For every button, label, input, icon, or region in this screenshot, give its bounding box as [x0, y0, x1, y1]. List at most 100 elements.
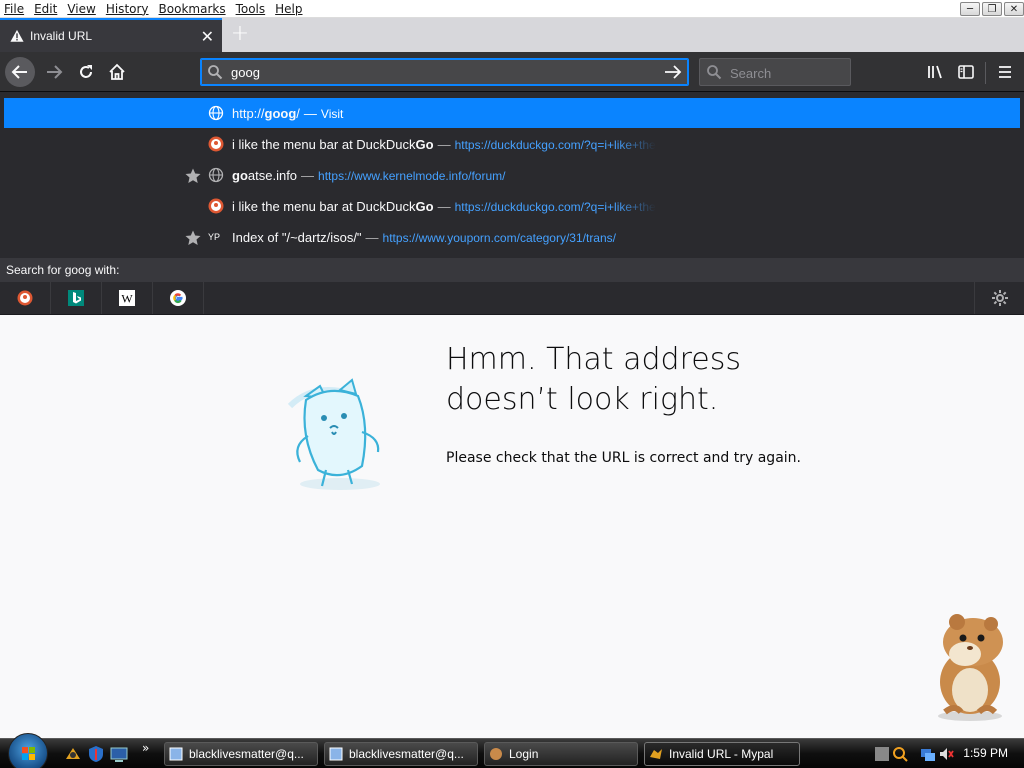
start-button[interactable]: [8, 733, 48, 768]
bookmark-star-icon: [185, 168, 201, 183]
visit-action: Visit: [320, 106, 344, 121]
autocomplete-text: http://goog/— Visit: [232, 105, 344, 121]
nav-bar: [0, 52, 1024, 92]
new-tab-button[interactable]: +: [228, 22, 252, 46]
error-title: Hmm. That address doesn’t look right.: [446, 342, 741, 417]
gear-icon: [991, 290, 1008, 306]
search-input[interactable]: [730, 63, 840, 83]
hamburger-icon: [999, 66, 1011, 78]
reload-icon: [80, 65, 92, 78]
error-page: Hmm. That address doesn’t look right. Pl…: [0, 316, 1024, 738]
go-arrow-icon[interactable]: [664, 64, 682, 80]
menu-help[interactable]: Help: [275, 2, 302, 16]
network-icon[interactable]: [920, 746, 936, 762]
svg-text:W: W: [121, 292, 133, 306]
forward-arrow-icon: [47, 65, 63, 79]
close-tab-button[interactable]: ✕: [201, 27, 214, 46]
toolbar-separator: [985, 62, 986, 84]
tray-app-icon[interactable]: [874, 746, 890, 762]
autocomplete-url: https://duckduckgo.com/?q=i+like+the: [454, 137, 656, 152]
menu-button[interactable]: [991, 58, 1019, 86]
duckduckgo-icon: [17, 290, 33, 306]
engine-google-button[interactable]: [153, 282, 204, 314]
url-autocomplete-popup: http://goog/— Visit i like the menu bar a…: [0, 92, 1024, 315]
quicklaunch-shield-icon[interactable]: [87, 745, 105, 763]
home-button[interactable]: [103, 58, 131, 86]
search-icon: [707, 65, 722, 80]
engine-wikipedia-button[interactable]: W: [102, 282, 153, 314]
autocomplete-text: i like the menu bar at DuckDuckGo — https:…: [232, 198, 656, 214]
warning-icon: [10, 29, 24, 42]
error-description: Please check that the URL is correct and…: [446, 450, 801, 466]
autocomplete-text: goatse.info — https://www.kernelmode.info/…: [232, 167, 506, 183]
tray-search-icon[interactable]: [892, 746, 908, 762]
tab-invalid-url[interactable]: Invalid URL ✕: [0, 18, 222, 52]
windows-taskbar: » blacklivesmatter@q... blacklivesmatter…: [0, 733, 1024, 768]
sidebar-button[interactable]: [952, 58, 980, 86]
reload-button[interactable]: [72, 58, 100, 86]
back-arrow-icon: [11, 65, 27, 79]
quicklaunch-app-icon[interactable]: [64, 745, 82, 763]
autocomplete-url: https://www.kernelmode.info/forum/: [318, 168, 506, 183]
autocomplete-url: https://duckduckgo.com/?q=i+like+the: [454, 199, 656, 214]
duckduckgo-icon: [208, 198, 224, 214]
minimize-button[interactable]: ─: [960, 2, 980, 16]
autocomplete-row[interactable]: i like the menu bar at DuckDuckGo — https:…: [4, 191, 1020, 221]
hamster-app-icon: [490, 748, 502, 760]
close-window-button[interactable]: ✕: [1004, 2, 1024, 16]
library-icon: [928, 65, 942, 79]
mypal-browser-icon: [650, 749, 662, 759]
hamster-mascot-image: [938, 614, 1003, 721]
autocomplete-row[interactable]: YP Index of "/~dartz/isos/" — https://www.…: [4, 222, 1020, 252]
home-icon: [109, 63, 125, 80]
library-button[interactable]: [921, 58, 949, 86]
taskbar-button-email-1[interactable]: blacklivesmatter@q...: [164, 742, 318, 766]
youporn-favicon-icon: YP: [208, 232, 221, 242]
sidebar-icon: [958, 65, 974, 79]
one-off-search-engines: W: [0, 282, 1024, 314]
search-settings-button[interactable]: [974, 282, 1024, 314]
menu-edit[interactable]: Edit: [34, 2, 57, 16]
confused-mascot-illustration: [287, 378, 380, 490]
engine-duckduckgo-button[interactable]: [0, 282, 51, 314]
app-window-icon: [329, 747, 343, 761]
autocomplete-row[interactable]: i like the menu bar at DuckDuckGo — https:…: [4, 129, 1020, 159]
google-icon: [170, 290, 186, 306]
windows-logo-icon: [22, 747, 35, 760]
show-desktop-icon[interactable]: [110, 745, 128, 763]
menu-view[interactable]: View: [67, 2, 95, 16]
forward-button[interactable]: [40, 58, 68, 86]
search-icon: [208, 65, 223, 80]
app-window-icon: [169, 747, 183, 761]
clock[interactable]: 1:59 PM: [963, 746, 1008, 760]
volume-muted-icon[interactable]: [938, 746, 954, 762]
restore-button[interactable]: ❐: [982, 2, 1002, 16]
url-input[interactable]: [231, 62, 651, 82]
menu-tools[interactable]: Tools: [236, 2, 266, 16]
globe-icon: [208, 105, 224, 121]
tab-strip: Invalid URL ✕ +: [0, 18, 1024, 52]
system-tray: 1:59 PM: [866, 739, 1024, 768]
menu-history[interactable]: History: [106, 2, 149, 16]
tab-title: Invalid URL: [30, 29, 93, 43]
back-button[interactable]: [5, 57, 35, 87]
bing-icon: [68, 290, 84, 306]
engine-bing-button[interactable]: [51, 282, 102, 314]
search-bar[interactable]: [699, 58, 851, 86]
menu-file[interactable]: File: [4, 2, 24, 16]
taskbar-button-email-2[interactable]: blacklivesmatter@q...: [324, 742, 478, 766]
menu-bar: File Edit View History Bookmarks Tools H…: [0, 0, 1024, 18]
search-with-label: Search for goog with:: [0, 258, 1024, 282]
autocomplete-text: i like the menu bar at DuckDuckGo — https:…: [232, 136, 656, 152]
taskbar-button-mypal[interactable]: Invalid URL - Mypal: [644, 742, 800, 766]
url-bar[interactable]: [200, 58, 689, 86]
duckduckgo-icon: [208, 136, 224, 152]
taskbar-button-login[interactable]: Login: [484, 742, 638, 766]
globe-icon: [208, 167, 224, 183]
autocomplete-row-visit[interactable]: http://goog/— Visit: [4, 98, 1020, 128]
autocomplete-row[interactable]: goatse.info — https://www.kernelmode.info/…: [4, 160, 1020, 190]
autocomplete-url: https://www.youporn.com/category/31/tran…: [382, 230, 616, 245]
menu-bookmarks[interactable]: Bookmarks: [159, 2, 226, 16]
wikipedia-icon: W: [119, 290, 135, 306]
quicklaunch-overflow-chevron[interactable]: »: [142, 741, 160, 759]
